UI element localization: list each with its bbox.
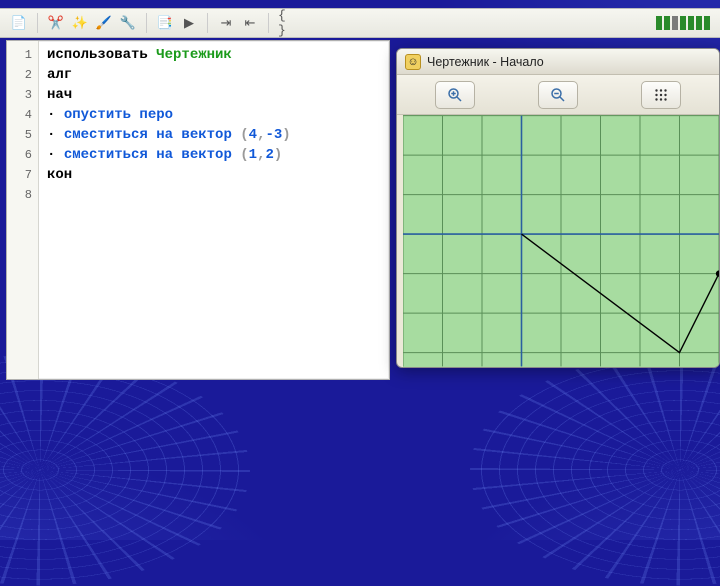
outdent-icon[interactable]: ⇤: [241, 14, 259, 32]
code-num: 2: [265, 147, 273, 163]
brush-icon[interactable]: 🖌️: [95, 14, 113, 32]
code-cmd: сместиться на вектор: [64, 127, 232, 143]
brace-icon[interactable]: { }: [278, 14, 296, 32]
separator: [207, 13, 208, 33]
code-module: Чертежник: [156, 47, 232, 63]
code-area[interactable]: использовать Чертежник алг нач · опустит…: [39, 41, 389, 379]
line-number: 4: [7, 105, 38, 125]
separator: [37, 13, 38, 33]
grid-button[interactable]: [641, 81, 681, 109]
zoom-out-button[interactable]: [538, 81, 578, 109]
wrench-icon[interactable]: 🔧: [119, 14, 137, 32]
line-number: 1: [7, 45, 38, 65]
code-cmd: сместиться на вектор: [64, 147, 232, 163]
zoom-in-button[interactable]: [435, 81, 475, 109]
code-dot: ·: [47, 127, 64, 143]
line-gutter: 1 2 3 4 5 6 7 8: [7, 41, 39, 379]
line-number: 8: [7, 185, 38, 205]
paren: ): [274, 147, 282, 163]
code-cmd: опустить перо: [64, 107, 173, 123]
code-text: кон: [47, 167, 72, 183]
code-text: алг: [47, 67, 72, 83]
titlebar[interactable]: ☺ Чертежник - Начало: [397, 49, 719, 75]
main-toolbar: 📄 ✂️ ✨ 🖌️ 🔧 📑 ▶ ⇥ ⇤ { }: [0, 8, 720, 38]
copy-icon[interactable]: 📑: [156, 14, 174, 32]
code-num: 4: [249, 127, 257, 143]
paren: ): [282, 127, 290, 143]
grid-icon: [652, 86, 670, 104]
grid-svg: [403, 115, 719, 367]
code-text: использовать: [47, 47, 156, 63]
separator: [146, 13, 147, 33]
code-dot: ·: [47, 147, 64, 163]
draftsman-window[interactable]: ☺ Чертежник - Начало: [396, 48, 720, 368]
file-icon[interactable]: 📄: [10, 14, 28, 32]
draftsman-canvas[interactable]: [403, 115, 719, 367]
zoom-out-icon: [549, 86, 567, 104]
separator: [268, 13, 269, 33]
code-editor[interactable]: 1 2 3 4 5 6 7 8 использовать Чертежник а…: [6, 40, 390, 380]
code-dot: ·: [47, 107, 64, 123]
line-number: 3: [7, 85, 38, 105]
code-num: 1: [249, 147, 257, 163]
paren: (: [240, 127, 248, 143]
window-title: Чертежник - Начало: [427, 55, 544, 69]
draftsman-toolbar: [397, 75, 719, 115]
line-number: 6: [7, 145, 38, 165]
cut-icon[interactable]: ✂️: [47, 14, 65, 32]
run-icon[interactable]: ▶: [180, 14, 198, 32]
wand-icon[interactable]: ✨: [71, 14, 89, 32]
line-number: 5: [7, 125, 38, 145]
status-bars: [656, 16, 710, 30]
code-num: -3: [265, 127, 282, 143]
line-number: 2: [7, 65, 38, 85]
paren: (: [240, 147, 248, 163]
app-icon: ☺: [405, 54, 421, 70]
code-text: нач: [47, 87, 72, 103]
zoom-in-icon: [446, 86, 464, 104]
line-number: 7: [7, 165, 38, 185]
indent-icon[interactable]: ⇥: [217, 14, 235, 32]
